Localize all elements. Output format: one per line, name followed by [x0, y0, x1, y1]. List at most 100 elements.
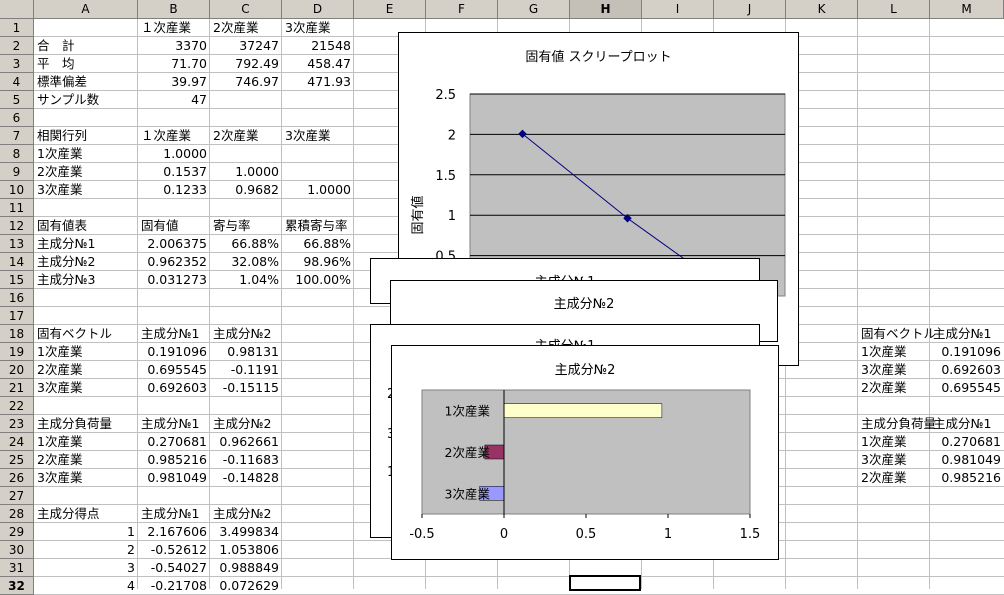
column-header-l[interactable]: L — [858, 0, 930, 19]
cell-a5[interactable]: サンプル数 — [34, 91, 138, 109]
cell-c28[interactable]: 主成分№2 — [210, 505, 282, 523]
cell-c10[interactable]: 0.9682 — [210, 181, 282, 199]
cell-d10[interactable]: 1.0000 — [282, 181, 354, 199]
cell-a25[interactable]: 2次産業 — [34, 451, 138, 469]
cell-a18[interactable]: 固有ベクトル — [34, 325, 138, 343]
cell-d13[interactable]: 66.88% — [282, 235, 354, 253]
row-header-11[interactable]: 11 — [0, 199, 34, 217]
column-header-j[interactable]: J — [714, 0, 786, 19]
cell-c23[interactable]: 主成分№2 — [210, 415, 282, 433]
cell-m26[interactable]: 0.985216 — [930, 469, 1004, 487]
cell-l20[interactable]: 3次産業 — [858, 361, 930, 379]
cell-b28[interactable]: 主成分№1 — [138, 505, 210, 523]
cell-b25[interactable]: 0.985216 — [138, 451, 210, 469]
cell-c1[interactable]: 2次産業 — [210, 19, 282, 37]
cell-a14[interactable]: 主成分№2 — [34, 253, 138, 271]
cell-d7[interactable]: 3次産業 — [282, 127, 354, 145]
row-header-20[interactable]: 20 — [0, 361, 34, 379]
cell-l23[interactable]: 主成分負荷量 — [858, 415, 936, 433]
row-header-16[interactable]: 16 — [0, 289, 34, 307]
column-header-m[interactable]: M — [930, 0, 1004, 19]
row-header-10[interactable]: 10 — [0, 181, 34, 199]
row-header-18[interactable]: 18 — [0, 325, 34, 343]
cell-d2[interactable]: 21548 — [282, 37, 354, 55]
cell-a21[interactable]: 3次産業 — [34, 379, 138, 397]
cell-b31[interactable]: -0.54027 — [138, 559, 210, 577]
column-header-g[interactable]: G — [498, 0, 570, 19]
cell-l19[interactable]: 1次産業 — [858, 343, 930, 361]
row-header-26[interactable]: 26 — [0, 469, 34, 487]
column-header-a[interactable]: A — [34, 0, 138, 19]
cell-c21[interactable]: -0.15115 — [210, 379, 282, 397]
cell-c32[interactable]: 0.072629 — [210, 577, 282, 595]
cell-b1[interactable]: １次産業 — [138, 19, 210, 37]
cell-c19[interactable]: 0.98131 — [210, 343, 282, 361]
cell-a23[interactable]: 主成分負荷量 — [34, 415, 138, 433]
cell-d1[interactable]: 3次産業 — [282, 19, 354, 37]
row-header-5[interactable]: 5 — [0, 91, 34, 109]
row-header-12[interactable]: 12 — [0, 217, 34, 235]
cell-d3[interactable]: 458.47 — [282, 55, 354, 73]
cell-b12[interactable]: 固有値 — [138, 217, 210, 235]
cell-c14[interactable]: 32.08% — [210, 253, 282, 271]
cell-b7[interactable]: １次産業 — [138, 127, 210, 145]
cell-a7[interactable]: 相関行列 — [34, 127, 138, 145]
cell-b19[interactable]: 0.191096 — [138, 343, 210, 361]
cell-a12[interactable]: 固有値表 — [34, 217, 138, 235]
cell-m21[interactable]: 0.695545 — [930, 379, 1004, 397]
cell-b3[interactable]: 71.70 — [138, 55, 210, 73]
row-header-2[interactable]: 2 — [0, 37, 34, 55]
cell-b24[interactable]: 0.270681 — [138, 433, 210, 451]
row-header-19[interactable]: 19 — [0, 343, 34, 361]
column-header-e[interactable]: E — [354, 0, 426, 19]
cell-m20[interactable]: 0.692603 — [930, 361, 1004, 379]
cell-a29[interactable]: 1 — [34, 523, 138, 541]
row-header-28[interactable]: 28 — [0, 505, 34, 523]
cell-c13[interactable]: 66.88% — [210, 235, 282, 253]
cell-a8[interactable]: 1次産業 — [34, 145, 138, 163]
cell-a10[interactable]: 3次産業 — [34, 181, 138, 199]
cell-a26[interactable]: 3次産業 — [34, 469, 138, 487]
cell-a31[interactable]: 3 — [34, 559, 138, 577]
cell-d4[interactable]: 471.93 — [282, 73, 354, 91]
row-header-7[interactable]: 7 — [0, 127, 34, 145]
row-header-15[interactable]: 15 — [0, 271, 34, 289]
column-header-c[interactable]: C — [210, 0, 282, 19]
cell-a15[interactable]: 主成分№3 — [34, 271, 138, 289]
cell-c4[interactable]: 746.97 — [210, 73, 282, 91]
cell-m23[interactable]: 主成分№1 — [930, 415, 1004, 433]
column-header-i[interactable]: I — [642, 0, 714, 19]
row-header-29[interactable]: 29 — [0, 523, 34, 541]
cell-m24[interactable]: 0.270681 — [930, 433, 1004, 451]
row-header-6[interactable]: 6 — [0, 109, 34, 127]
cell-a3[interactable]: 平 均 — [34, 55, 138, 73]
cell-b10[interactable]: 0.1233 — [138, 181, 210, 199]
row-header-30[interactable]: 30 — [0, 541, 34, 559]
cell-b15[interactable]: 0.031273 — [138, 271, 210, 289]
row-header-3[interactable]: 3 — [0, 55, 34, 73]
cell-b21[interactable]: 0.692603 — [138, 379, 210, 397]
cell-c3[interactable]: 792.49 — [210, 55, 282, 73]
cell-b9[interactable]: 0.1537 — [138, 163, 210, 181]
column-header-k[interactable]: K — [786, 0, 858, 19]
select-all-corner[interactable] — [0, 0, 34, 19]
cell-c15[interactable]: 1.04% — [210, 271, 282, 289]
cell-a2[interactable]: 合 計 — [34, 37, 138, 55]
cell-a32[interactable]: 4 — [34, 577, 138, 595]
cell-l26[interactable]: 2次産業 — [858, 469, 930, 487]
cell-a4[interactable]: 標準偏差 — [34, 73, 138, 91]
cell-c30[interactable]: 1.053806 — [210, 541, 282, 559]
cell-d12[interactable]: 累積寄与率 — [282, 217, 354, 235]
cell-l21[interactable]: 2次産業 — [858, 379, 930, 397]
cell-b20[interactable]: 0.695545 — [138, 361, 210, 379]
cell-l24[interactable]: 1次産業 — [858, 433, 930, 451]
component2-bar-chart[interactable]: 主成分№2 1次産業 2次産業 3次産業 -0.5 0 0.5 1 1.5 — [391, 345, 779, 560]
column-header-h[interactable]: H — [570, 0, 642, 19]
cell-a9[interactable]: 2次産業 — [34, 163, 138, 181]
cell-b4[interactable]: 39.97 — [138, 73, 210, 91]
cell-l18[interactable]: 固有ベクトル — [858, 325, 936, 343]
cell-b30[interactable]: -0.52612 — [138, 541, 210, 559]
cell-c12[interactable]: 寄与率 — [210, 217, 282, 235]
row-header-27[interactable]: 27 — [0, 487, 34, 505]
cell-a30[interactable]: 2 — [34, 541, 138, 559]
